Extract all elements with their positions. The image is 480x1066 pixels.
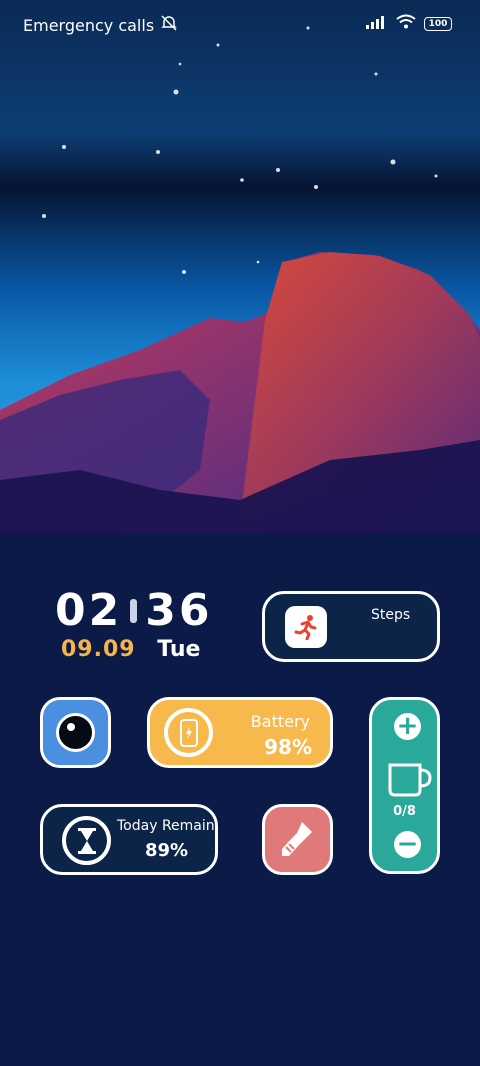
battery-label: Battery [250, 712, 310, 731]
today-remain-widget[interactable]: Today Remain 89% [40, 804, 218, 875]
steps-label: Steps [371, 607, 411, 623]
today-remain-label: Today Remain [117, 818, 215, 834]
clock-widget[interactable]: 02 36 09.09 Tue [55, 585, 212, 662]
date-text: 09.09 [61, 637, 136, 662]
water-count: 0/8 [393, 804, 416, 819]
emergency-calls-text: Emergency calls [23, 15, 155, 35]
battery-value: 98% [264, 735, 312, 759]
running-person-icon [285, 606, 327, 648]
clock-date: 09.09 Tue [61, 637, 200, 662]
phone-charging-icon [164, 708, 213, 757]
water-plus-button[interactable]: + [394, 713, 421, 740]
status-left: Emergency calls [23, 14, 178, 36]
hourglass-icon [62, 816, 111, 865]
status-right: 100 [366, 14, 452, 33]
clock-time: 02 36 [55, 585, 212, 636]
cup-icon [387, 762, 433, 802]
camera-lens-icon [56, 713, 95, 752]
battery-icon: 100 [424, 16, 452, 31]
camera-widget[interactable] [40, 697, 111, 768]
lens-glint [67, 723, 75, 731]
mute-icon [160, 14, 178, 36]
water-minus-button[interactable]: − [394, 831, 421, 858]
weekday-text: Tue [157, 637, 201, 662]
status-bar: Emergency calls 100 [0, 0, 480, 48]
today-remain-value: 89% [145, 840, 189, 861]
signal-icon [366, 14, 388, 33]
water-widget: + 0/8 − [369, 697, 440, 874]
battery-widget[interactable]: Battery 98% [147, 697, 333, 768]
broom-icon [277, 818, 319, 864]
clock-separator [130, 598, 138, 623]
steps-widget[interactable]: Steps [262, 591, 440, 662]
wallpaper [0, 0, 480, 533]
clock-minutes: 36 [145, 585, 213, 636]
cleaner-widget[interactable] [262, 804, 333, 875]
clock-hours: 02 [55, 585, 123, 636]
wifi-icon [396, 14, 416, 33]
